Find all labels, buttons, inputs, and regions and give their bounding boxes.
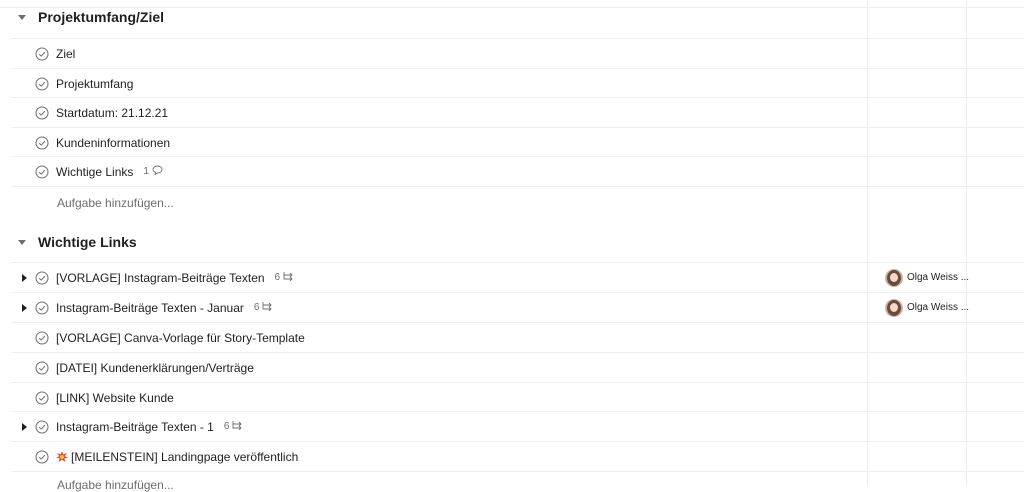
check-circle-icon[interactable] [35,136,49,150]
task-row[interactable]: [LINK] Website Kunde [11,382,1024,412]
check-circle-icon[interactable] [35,77,49,91]
check-circle-icon[interactable] [35,391,49,405]
add-task-button[interactable]: Aufgabe hinzufügen... [57,478,174,492]
subtask-icon [232,420,243,433]
expand-subtasks-icon[interactable] [17,301,31,315]
check-circle-icon[interactable] [35,331,49,345]
task-row[interactable]: [MEILENSTEIN] Landingpage veröffentlich [11,441,1024,472]
avatar [885,298,903,317]
assignee-name: Olga Weiss ... [907,302,970,313]
caret-down-icon[interactable] [17,12,27,22]
task-row[interactable]: Instagram-Beiträge Texten - Januar 6 Olg… [11,292,1024,322]
task-row[interactable]: Instagram-Beiträge Texten - 1 6 [11,411,1024,441]
subtask-count-value: 6 [274,272,281,283]
section-title[interactable]: Projektumfang/Ziel [38,9,164,25]
task-row[interactable]: Ziel [11,38,1024,68]
task-row[interactable]: Kundeninformationen [11,127,1024,157]
subtask-count-value: 6 [253,302,260,313]
task-name[interactable]: Instagram-Beiträge Texten - Januar [56,301,244,315]
avatar [885,268,903,287]
section-header-projektumfang[interactable]: Projektumfang/Ziel [0,2,164,32]
section-header-wichtige-links[interactable]: Wichtige Links [0,227,137,257]
task-name[interactable]: Ziel [56,47,75,61]
check-circle-icon[interactable] [35,106,49,120]
check-circle-icon[interactable] [35,301,49,315]
subtask-count[interactable]: 6 [224,420,244,433]
task-name[interactable]: Startdatum: 21.12.21 [56,106,168,120]
expand-subtasks-icon[interactable] [17,271,31,285]
assignee-name: Olga Weiss ... [907,272,970,283]
assignee[interactable]: Olga Weiss ... [885,268,970,287]
task-name[interactable]: Instagram-Beiträge Texten - 1 [56,420,214,434]
milestone-emoji-icon [56,450,68,463]
subtask-count[interactable]: 6 [254,301,274,314]
check-circle-icon[interactable] [35,361,49,375]
comment-count-value: 1 [143,166,149,177]
assignee[interactable]: Olga Weiss ... [885,298,970,317]
task-row[interactable]: [VORLAGE] Instagram-Beiträge Texten 6 Ol… [11,262,1024,292]
task-name-text: [MEILENSTEIN] Landingpage veröffentlich [71,449,299,464]
check-circle-icon[interactable] [35,271,49,285]
task-name[interactable]: [LINK] Website Kunde [56,391,174,405]
comment-icon [152,165,163,178]
task-name[interactable]: [VORLAGE] Canva-Vorlage für Story-Templa… [56,331,305,345]
task-name[interactable]: Wichtige Links [56,165,133,179]
task-row[interactable]: [DATEI] Kundenerklärungen/Verträge [11,352,1024,382]
section-title[interactable]: Wichtige Links [38,234,137,250]
task-row[interactable]: [VORLAGE] Canva-Vorlage für Story-Templa… [11,322,1024,352]
task-row[interactable]: Startdatum: 21.12.21 [11,97,1024,127]
task-name[interactable]: Projektumfang [56,77,133,91]
task-row[interactable]: Projektumfang [11,68,1024,98]
add-task-button[interactable]: Aufgabe hinzufügen... [57,196,174,210]
task-name[interactable]: Kundeninformationen [56,136,170,150]
caret-down-icon[interactable] [17,237,27,247]
comment-count[interactable]: 1 [143,165,163,178]
task-name[interactable]: [MEILENSTEIN] Landingpage veröffentlich [56,450,298,464]
task-row[interactable]: Wichtige Links 1 [11,156,1024,187]
check-circle-icon[interactable] [35,47,49,61]
expand-subtasks-icon[interactable] [17,420,31,434]
subtask-icon [283,271,294,284]
subtask-count[interactable]: 6 [275,271,295,284]
subtask-icon [262,301,273,314]
subtask-count-value: 6 [223,421,230,432]
task-name[interactable]: [VORLAGE] Instagram-Beiträge Texten [56,271,265,285]
check-circle-icon[interactable] [35,420,49,434]
check-circle-icon[interactable] [35,450,49,464]
task-name[interactable]: [DATEI] Kundenerklärungen/Verträge [56,361,254,375]
check-circle-icon[interactable] [35,165,49,179]
